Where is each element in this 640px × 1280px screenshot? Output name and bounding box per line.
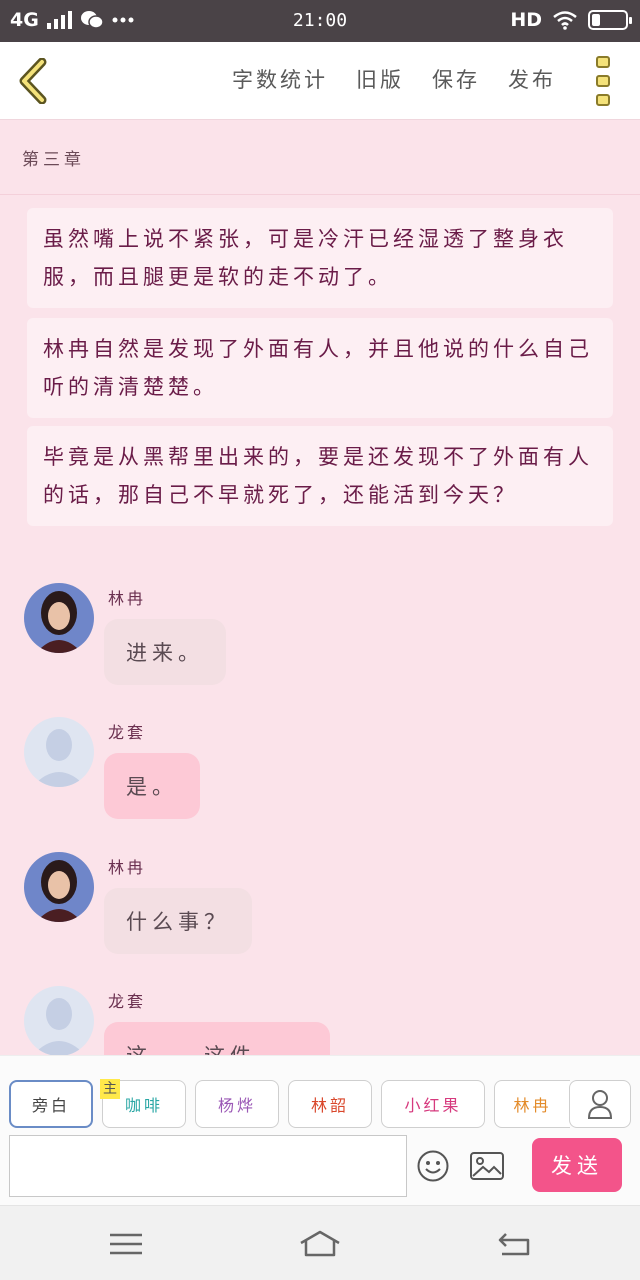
speech-bubble[interactable]: 这……这件……: [104, 1022, 330, 1055]
chapter-title: 第三章: [22, 150, 85, 170]
add-role-button[interactable]: [569, 1080, 631, 1128]
home-icon[interactable]: [298, 1228, 342, 1260]
role-chip-narrator[interactable]: 旁白: [9, 1080, 93, 1128]
publish-button[interactable]: 发布: [508, 64, 556, 94]
speaker-name: 龙套: [108, 723, 147, 742]
main-role-tag: 主: [100, 1079, 120, 1099]
send-button[interactable]: 发送: [532, 1138, 622, 1192]
speaker-name: 林冉: [108, 858, 147, 877]
input-panel: 旁白 主咖啡 杨烨 林韶 小红果 林冉 发送: [0, 1055, 640, 1205]
battery-icon: [588, 10, 632, 30]
system-nav-bar: [0, 1205, 640, 1280]
role-chip-xiaohongguo[interactable]: 小红果: [381, 1080, 485, 1128]
person-icon: [587, 1090, 613, 1119]
narration-paragraph[interactable]: 林冉自然是发现了外面有人，并且他说的什么自己听的清清楚楚。: [27, 318, 613, 418]
chat-message[interactable]: 林冉 进来。: [24, 583, 624, 693]
message-input[interactable]: [9, 1135, 407, 1197]
chat-message[interactable]: 林冉 什么事？: [24, 852, 624, 962]
word-count-button[interactable]: 字数统计: [232, 64, 328, 94]
role-selector: 旁白 主咖啡 杨烨 林韶 小红果 林冉: [9, 1079, 570, 1128]
speech-bubble[interactable]: 什么事？: [104, 888, 252, 954]
hd-indicator: HD: [510, 9, 542, 31]
speech-bubble[interactable]: 进来。: [104, 619, 226, 685]
chapter-header[interactable]: 第三章: [0, 121, 640, 195]
speech-bubble[interactable]: 是。: [104, 753, 200, 819]
chat-message[interactable]: 龙套 这……这件……: [24, 986, 624, 1055]
role-chip-coffee[interactable]: 主咖啡: [100, 1079, 186, 1128]
emoji-icon[interactable]: [417, 1150, 449, 1182]
image-icon[interactable]: [470, 1152, 504, 1180]
role-chip-linshao[interactable]: 林韶: [288, 1080, 372, 1128]
chat-message[interactable]: 龙套 是。: [24, 717, 624, 827]
role-chip-linran[interactable]: 林冉: [494, 1080, 570, 1128]
role-chip-yangye[interactable]: 杨烨: [195, 1080, 279, 1128]
back-nav-icon[interactable]: [492, 1228, 536, 1260]
avatar[interactable]: [24, 852, 94, 922]
editor-toolbar: 字数统计 旧版 保存 发布: [0, 42, 640, 120]
avatar[interactable]: [24, 717, 94, 787]
avatar[interactable]: [24, 583, 94, 653]
speaker-name: 龙套: [108, 992, 147, 1011]
back-arrow-icon[interactable]: [14, 58, 54, 104]
narration-paragraph[interactable]: 虽然嘴上说不紧张，可是冷汗已经湿透了整身衣服，而且腿更是软的走不动了。: [27, 208, 613, 308]
status-bar: 4G 21:00 HD: [0, 0, 640, 42]
avatar[interactable]: [24, 986, 94, 1055]
save-button[interactable]: 保存: [432, 64, 480, 94]
more-menu-icon[interactable]: [596, 56, 612, 106]
wifi-icon: [553, 11, 577, 30]
old-version-button[interactable]: 旧版: [356, 64, 404, 94]
narration-paragraph[interactable]: 毕竟是从黑帮里出来的，要是还发现不了外面有人的话，那自己不早就死了，还能活到今天…: [27, 426, 613, 526]
speaker-name: 林冉: [108, 589, 147, 608]
menu-icon[interactable]: [104, 1228, 148, 1260]
